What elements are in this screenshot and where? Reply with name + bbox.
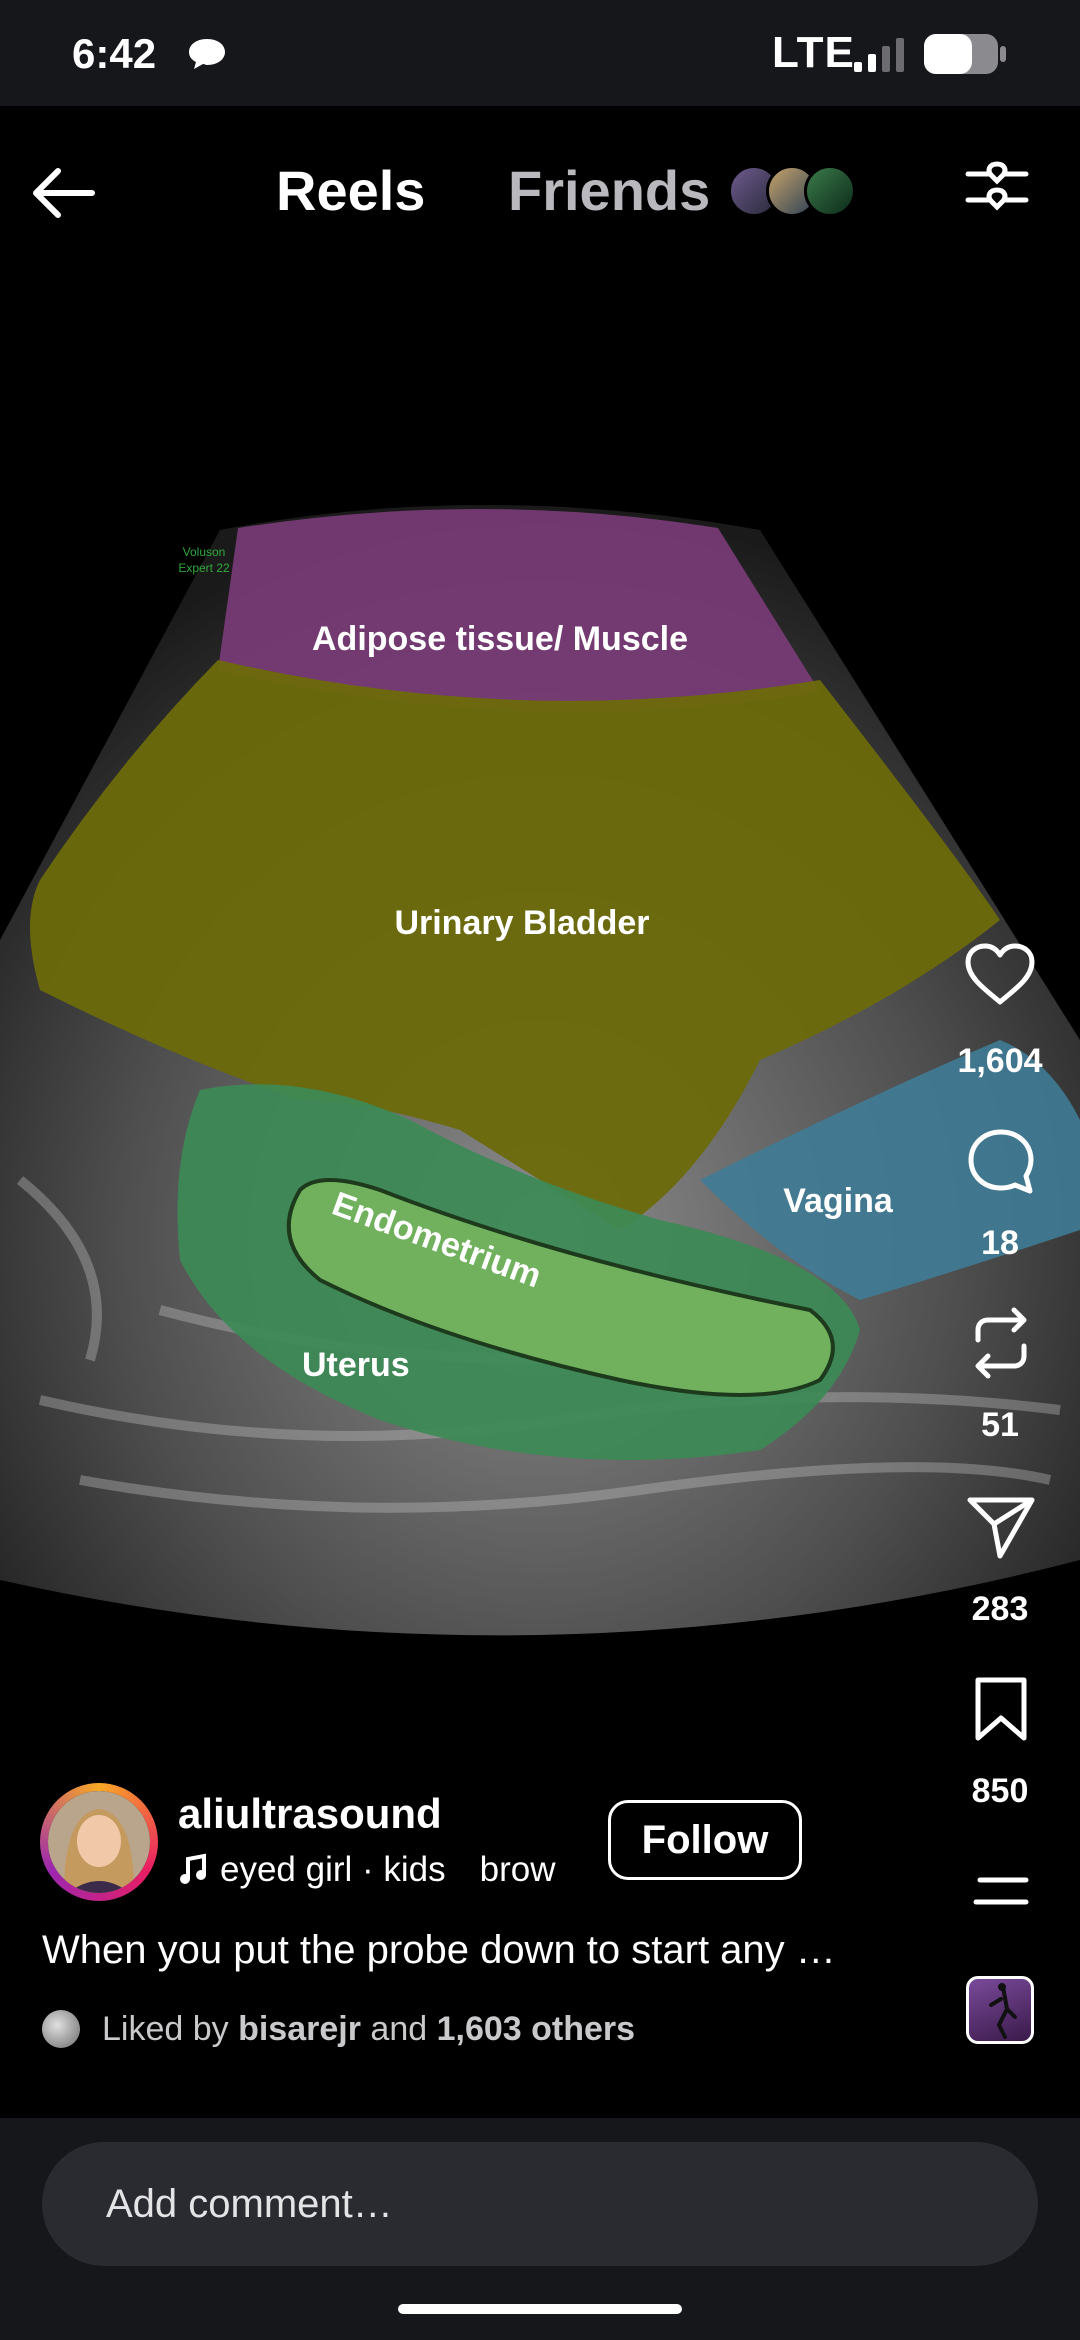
- label-adipose: Adipose tissue/ Muscle: [312, 620, 688, 658]
- audio-title: eyed girl · kids: [220, 1850, 446, 1889]
- comment-count: 18: [981, 1224, 1019, 1262]
- status-bar: [0, 0, 1080, 106]
- liked-others[interactable]: 1,603 others: [437, 2010, 635, 2048]
- repost-count: 51: [981, 1406, 1019, 1444]
- share-icon[interactable]: [966, 1494, 1036, 1560]
- friend-avatar: [804, 165, 856, 217]
- tab-reels[interactable]: Reels: [276, 158, 425, 223]
- signal-icon: [854, 38, 904, 72]
- audio-cover-art: [989, 1983, 1017, 2039]
- liked-prefix: Liked by: [102, 2010, 229, 2048]
- network-type: LTE: [772, 28, 855, 77]
- audio-title-extra: brow: [479, 1850, 556, 1889]
- avatar-image: [48, 1791, 150, 1893]
- share-count: 283: [971, 1590, 1029, 1628]
- battery-icon: [924, 34, 1006, 74]
- label-vagina: Vagina: [783, 1182, 894, 1220]
- back-arrow-icon[interactable]: [30, 166, 96, 220]
- home-indicator: [398, 2304, 682, 2314]
- repost-icon[interactable]: [968, 1306, 1034, 1380]
- label-bladder: Urinary Bladder: [394, 904, 649, 942]
- heart-icon[interactable]: [964, 942, 1036, 1008]
- tab-friends[interactable]: Friends: [508, 158, 710, 223]
- chat-bubble-icon: [189, 39, 225, 69]
- avatar[interactable]: [48, 1791, 150, 1893]
- filter-sliders-icon[interactable]: [964, 160, 1030, 222]
- save-count: 850: [971, 1772, 1029, 1810]
- caption[interactable]: When you put the probe down to start any…: [42, 1928, 942, 1973]
- reel-video[interactable]: Adipose tissue/ Muscle Urinary Bladder V…: [0, 300, 1080, 1680]
- liked-user[interactable]: bisarejr: [238, 2010, 361, 2048]
- device-watermark: Voluson: [183, 545, 226, 559]
- audio-thumbnail[interactable]: [966, 1976, 1034, 2044]
- music-note-icon: [180, 1853, 206, 1884]
- comment-input[interactable]: Add comment…: [42, 2142, 1038, 2266]
- label-uterus: Uterus: [302, 1346, 410, 1384]
- comment-icon[interactable]: [966, 1128, 1036, 1196]
- bookmark-icon[interactable]: [974, 1676, 1028, 1742]
- liked-and: and: [370, 2010, 428, 2048]
- status-time: 6:42: [72, 30, 157, 77]
- follow-button[interactable]: Follow: [608, 1800, 802, 1880]
- username[interactable]: aliultrasound: [178, 1790, 442, 1838]
- device-watermark-model: Expert 22: [178, 561, 230, 575]
- more-options-icon[interactable]: [972, 1874, 1030, 1908]
- audio-row[interactable]: eyed girl · kids brow: [178, 1850, 556, 1890]
- liker-avatar: [42, 2010, 80, 2048]
- liked-by-row[interactable]: Liked by bisarejr and 1,603 others: [42, 2010, 635, 2049]
- like-count: 1,604: [957, 1042, 1043, 1080]
